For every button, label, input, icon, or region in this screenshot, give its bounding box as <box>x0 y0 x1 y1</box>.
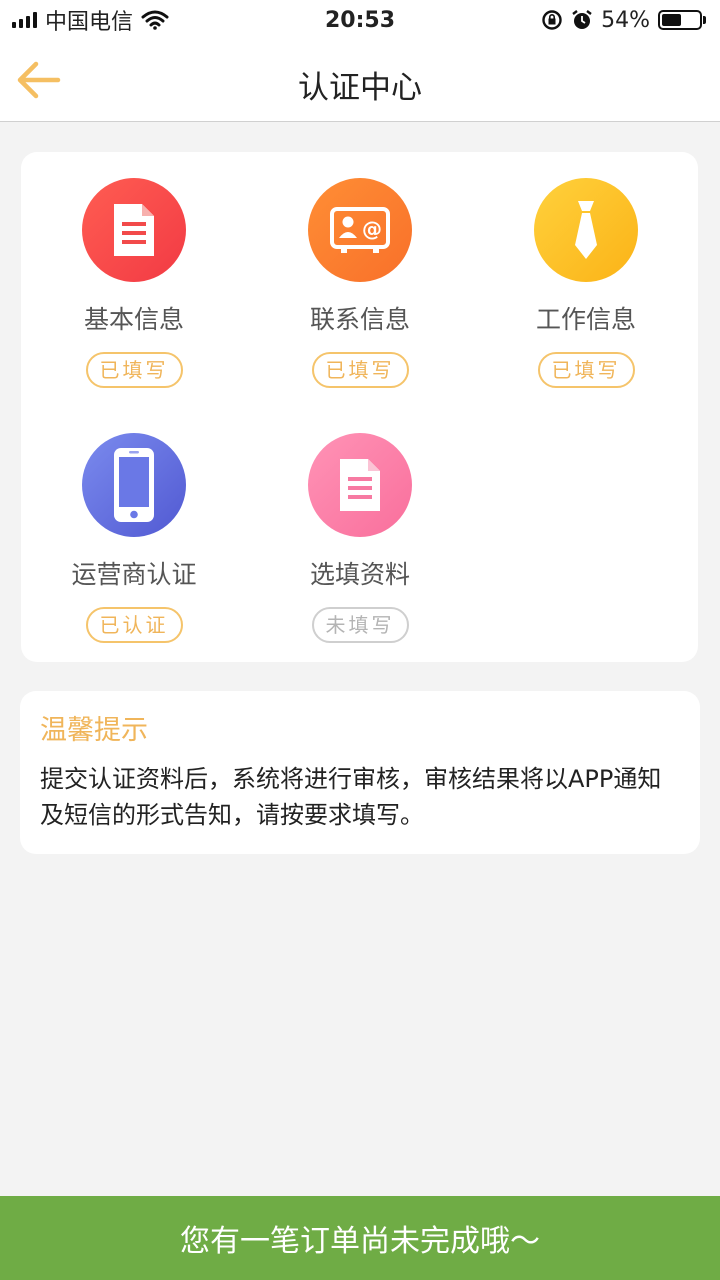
page-title: 认证中心 <box>298 70 422 106</box>
cert-item-basic-info[interactable]: 基本信息 已填写 <box>21 152 247 392</box>
work-info-icon-circle <box>534 178 638 282</box>
cert-item-optional[interactable]: 选填资料 未填写 <box>247 407 473 647</box>
optional-icon-circle <box>308 433 412 537</box>
cert-item-contact-info[interactable]: @ 联系信息 已填写 <box>247 152 473 392</box>
contact-card-icon: @ <box>330 207 390 253</box>
cert-label: 运营商认证 <box>71 560 197 589</box>
cert-item-operator[interactable]: 运营商认证 已认证 <box>21 407 247 647</box>
carrier-label: 中国电信 <box>45 10 134 35</box>
operator-icon-circle <box>82 433 186 537</box>
tie-icon <box>575 201 597 259</box>
battery-icon <box>658 10 706 30</box>
status-bar: 中国电信 20:53 54% <box>0 0 720 40</box>
nav-bar: 认证中心 <box>0 40 720 122</box>
rotation-lock-icon <box>542 10 562 30</box>
document-icon <box>114 204 154 256</box>
cert-status-badge: 已认证 <box>85 607 183 643</box>
cert-label: 基本信息 <box>83 305 184 334</box>
tips-title: 温馨提示 <box>40 715 148 746</box>
status-left: 中国电信 <box>12 4 169 36</box>
cert-status-badge: 未填写 <box>311 607 409 643</box>
cert-label: 工作信息 <box>535 305 636 334</box>
cert-status-badge: 已填写 <box>85 352 183 388</box>
cert-label: 联系信息 <box>309 305 410 334</box>
phone-icon <box>114 448 154 522</box>
basic-info-icon-circle <box>82 178 186 282</box>
pending-order-banner[interactable]: 您有一笔订单尚未完成哦～ <box>0 1196 720 1280</box>
alarm-icon <box>572 10 592 29</box>
cert-card: 基本信息 已填写 @ 联系信息 已填写 工作信息 已填写 运营商认证 已认证 选… <box>21 152 698 662</box>
cert-item-work-info[interactable]: 工作信息 已填写 <box>473 152 699 392</box>
signal-icon <box>12 12 37 28</box>
contact-info-icon-circle: @ <box>308 178 412 282</box>
tips-card: 温馨提示 提交认证资料后，系统将进行审核，审核结果将以APP通知及短信的形式告知… <box>20 691 700 854</box>
tips-text: 提交认证资料后，系统将进行审核，审核结果将以APP通知及短信的形式告知，请按要求… <box>40 765 662 829</box>
status-right: 54% <box>541 8 706 33</box>
svg-text:@: @ <box>362 217 382 241</box>
banner-text: 您有一笔订单尚未完成哦～ <box>180 1224 540 1259</box>
wifi-icon <box>141 10 169 30</box>
cert-label: 选填资料 <box>309 560 410 589</box>
document-icon <box>340 459 380 511</box>
battery-percent: 54% <box>601 7 650 33</box>
cert-status-badge: 已填写 <box>537 352 635 388</box>
cert-status-badge: 已填写 <box>311 352 409 388</box>
